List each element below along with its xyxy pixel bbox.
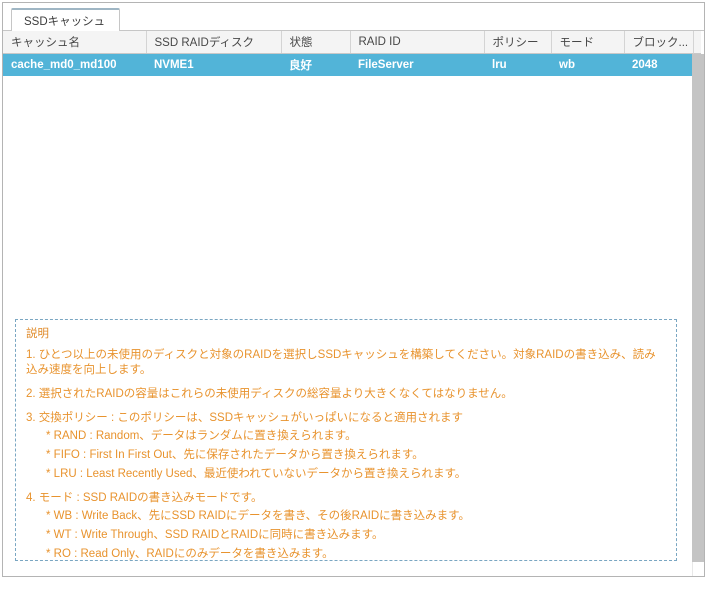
table-row[interactable]: cache_md0_md100 NVME1 良好 FileServer lru … bbox=[3, 53, 693, 76]
description-panel: 説明 1. ひとつ以上の未使用のディスクと対象のRAIDを選択しSSDキャッシュ… bbox=[15, 319, 677, 561]
description-item-4-sub-1: * WB : Write Back、先にSSD RAIDにデータを書き、その後R… bbox=[46, 510, 470, 522]
column-header-block[interactable]: ブロック... bbox=[624, 31, 693, 54]
description-item-3-sub-1: * RAND : Random、データはランダムに置き換えられます。 bbox=[46, 430, 357, 442]
cell-policy: lru bbox=[484, 53, 551, 76]
vertical-scrollbar[interactable] bbox=[692, 54, 704, 576]
description-item-3: 3. 交換ポリシー : このポリシーは、SSDキャッシュがいっぱいになると適用さ… bbox=[26, 412, 464, 424]
description-title: 説明 bbox=[26, 328, 49, 340]
cache-table-grid: キャッシュ名 SSD RAIDディスク 状態 RAID ID ポリシー モード … bbox=[3, 31, 693, 76]
cell-cache-name: cache_md0_md100 bbox=[3, 53, 146, 76]
description-item-4: 4. モード : SSD RAIDの書き込みモードです。 bbox=[26, 492, 263, 504]
cell-raid-id: FileServer bbox=[350, 53, 484, 76]
description-item-4-sub-3: * RO : Read Only、RAIDにのみデータを書き込みます。 bbox=[46, 548, 334, 560]
cell-block: 2048 bbox=[624, 53, 693, 76]
tab-strip: SSDキャッシュ bbox=[3, 3, 704, 32]
ssd-cache-window: SSDキャッシュ キャッシュ名 SSD RAIDディスク 状態 RAID ID … bbox=[2, 2, 705, 577]
description-item-1: 1. ひとつ以上の未使用のディスクと対象のRAIDを選択しSSDキャッシュを構築… bbox=[26, 349, 656, 376]
cache-table: キャッシュ名 SSD RAIDディスク 状態 RAID ID ポリシー モード … bbox=[3, 31, 693, 76]
column-header-mode[interactable]: モード bbox=[551, 31, 625, 54]
description-item-2: 2. 選択されたRAIDの容量はこれらの未使用ディスクの総容量より大きくなくては… bbox=[26, 388, 513, 400]
column-header-ssd-raid-disk[interactable]: SSD RAIDディスク bbox=[146, 31, 282, 54]
column-header-policy[interactable]: ポリシー bbox=[484, 31, 552, 54]
table-header-end-filler bbox=[693, 31, 701, 54]
description-item-3-sub-2: * FIFO : First In First Out、先に保存されたデータから… bbox=[46, 449, 424, 461]
description-item-3-sub-3: * LRU : Least Recently Used、最近使われていないデータ… bbox=[46, 468, 467, 480]
cell-ssd-raid-disk: NVME1 bbox=[146, 53, 281, 76]
cell-mode: wb bbox=[551, 53, 624, 76]
column-header-cache-name[interactable]: キャッシュ名 bbox=[3, 31, 147, 54]
column-header-raid-id[interactable]: RAID ID bbox=[350, 31, 485, 54]
column-header-status[interactable]: 状態 bbox=[281, 31, 351, 54]
table-header-row: キャッシュ名 SSD RAIDディスク 状態 RAID ID ポリシー モード … bbox=[3, 31, 693, 54]
scrollbar-thumb[interactable] bbox=[692, 54, 704, 562]
description-item-4-sub-2: * WT : Write Through、SSD RAIDとRAIDに同時に書き… bbox=[46, 529, 384, 541]
tab-ssd-cache[interactable]: SSDキャッシュ bbox=[11, 8, 121, 32]
cell-status: 良好 bbox=[281, 53, 350, 76]
